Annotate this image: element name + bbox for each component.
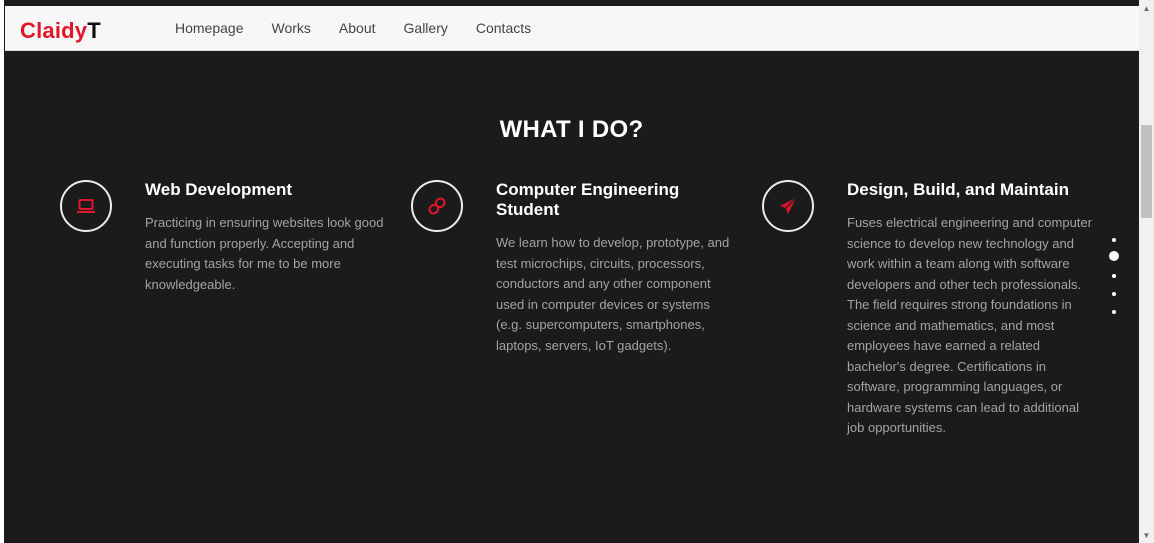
nav-menu: Homepage Works About Gallery Contacts bbox=[175, 6, 559, 50]
service-description: Practicing in ensuring websites look goo… bbox=[145, 215, 384, 292]
service-description: We learn how to develop, prototype, and … bbox=[496, 235, 730, 353]
logo-text-secondary: T bbox=[87, 18, 101, 43]
page-dot-3[interactable] bbox=[1112, 274, 1116, 278]
logo-text-primary: Claidy bbox=[20, 18, 88, 43]
service-title: Design, Build, and Maintain bbox=[847, 180, 1069, 199]
scrollbar-thumb[interactable] bbox=[1141, 125, 1152, 218]
page-dot-5[interactable] bbox=[1112, 310, 1116, 314]
page: ClaidyT Homepage Works About Gallery Con… bbox=[0, 0, 1154, 543]
vertical-scrollbar[interactable]: ▲ ▼ bbox=[1139, 0, 1154, 543]
page-dot-4[interactable] bbox=[1112, 292, 1116, 296]
service-icon-circle bbox=[411, 180, 463, 232]
site-logo[interactable]: ClaidyT bbox=[20, 18, 101, 44]
nav-link-homepage[interactable]: Homepage bbox=[175, 6, 244, 50]
page-dot-1[interactable] bbox=[1112, 238, 1116, 242]
nav-link-works[interactable]: Works bbox=[272, 6, 311, 50]
scroll-up-arrow-icon[interactable]: ▲ bbox=[1139, 2, 1154, 16]
service-description: Fuses electrical engineering and compute… bbox=[847, 215, 1092, 435]
page-dot-2-active[interactable] bbox=[1109, 251, 1119, 261]
service-icon-circle bbox=[60, 180, 112, 232]
section-heading: WHAT I DO? bbox=[499, 116, 644, 143]
service-title: Web Development bbox=[145, 180, 293, 199]
service-title: Computer Engineering Student bbox=[496, 180, 680, 219]
service-icon-circle bbox=[762, 180, 814, 232]
nav-link-contacts[interactable]: Contacts bbox=[476, 6, 531, 50]
top-navbar: ClaidyT Homepage Works About Gallery Con… bbox=[5, 6, 1139, 51]
nav-link-about[interactable]: About bbox=[339, 6, 376, 50]
nav-link-gallery[interactable]: Gallery bbox=[404, 6, 448, 50]
scroll-down-arrow-icon[interactable]: ▼ bbox=[1139, 529, 1154, 543]
